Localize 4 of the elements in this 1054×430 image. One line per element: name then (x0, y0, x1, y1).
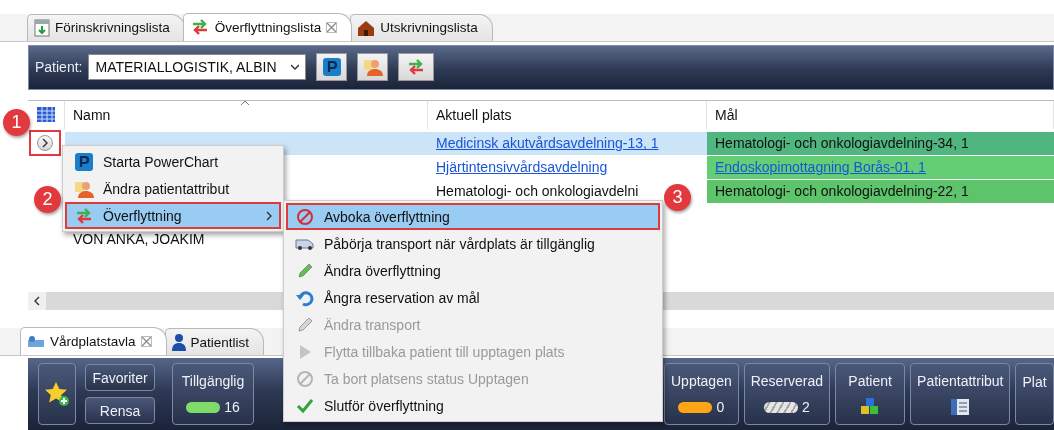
target-cell: Hematologi- och onkologiavdelning-34, 1 (707, 131, 1054, 156)
target-cell: Hematologi- och onkologiavdelning-22, 1 (707, 179, 1054, 204)
step-badge: 1 (3, 109, 30, 136)
patient-label: Patient: (35, 59, 83, 76)
